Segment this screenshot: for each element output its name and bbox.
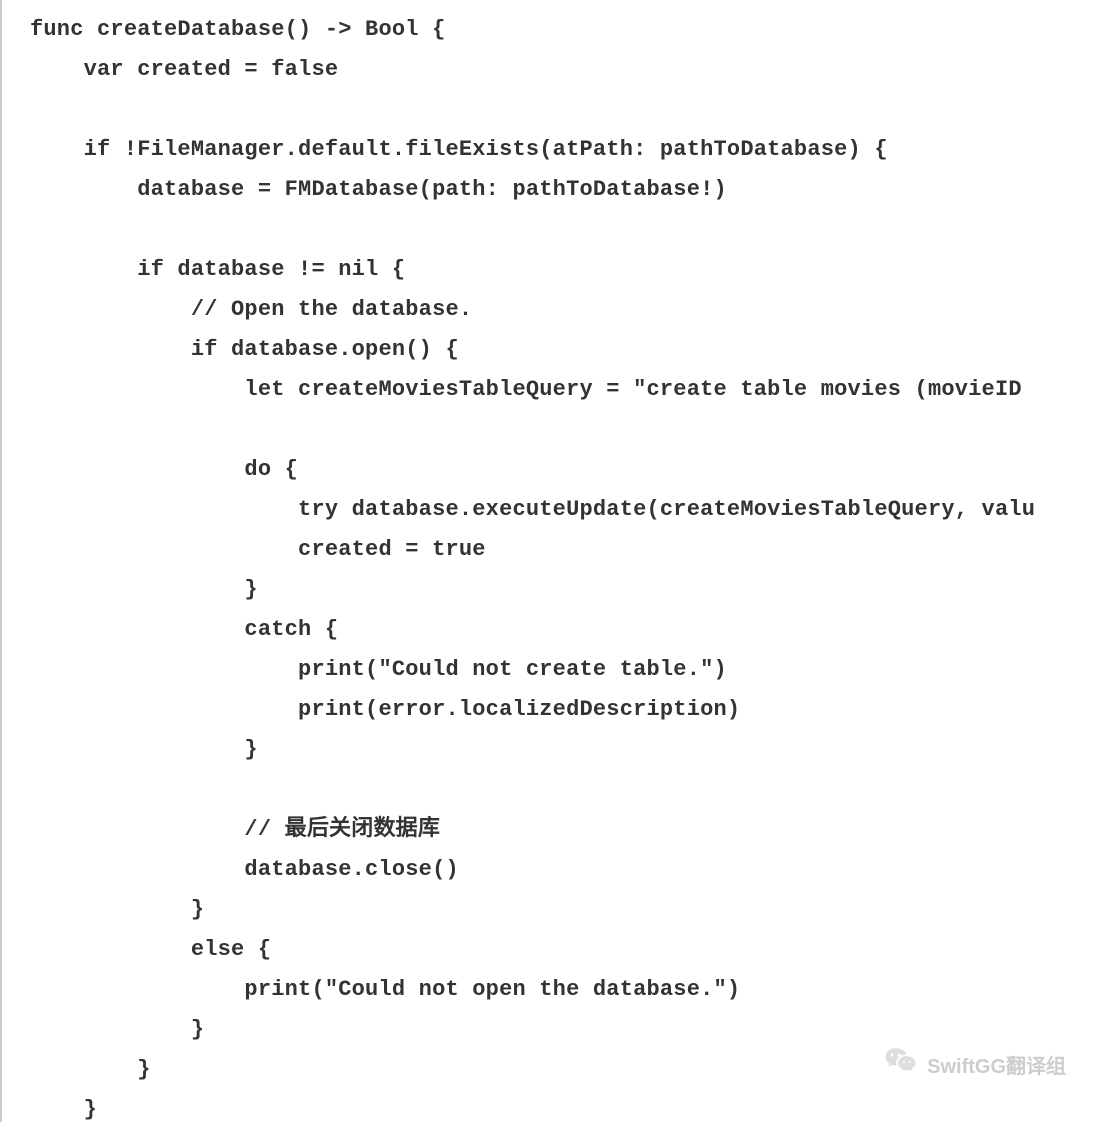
watermark-label: SwiftGG翻译组 [927,1047,1066,1087]
code-block: func createDatabase() -> Bool { var crea… [0,0,1096,1122]
wechat-icon [883,1042,919,1092]
watermark: SwiftGG翻译组 [883,1042,1066,1092]
code-content: func createDatabase() -> Bool { var crea… [2,10,1096,1122]
